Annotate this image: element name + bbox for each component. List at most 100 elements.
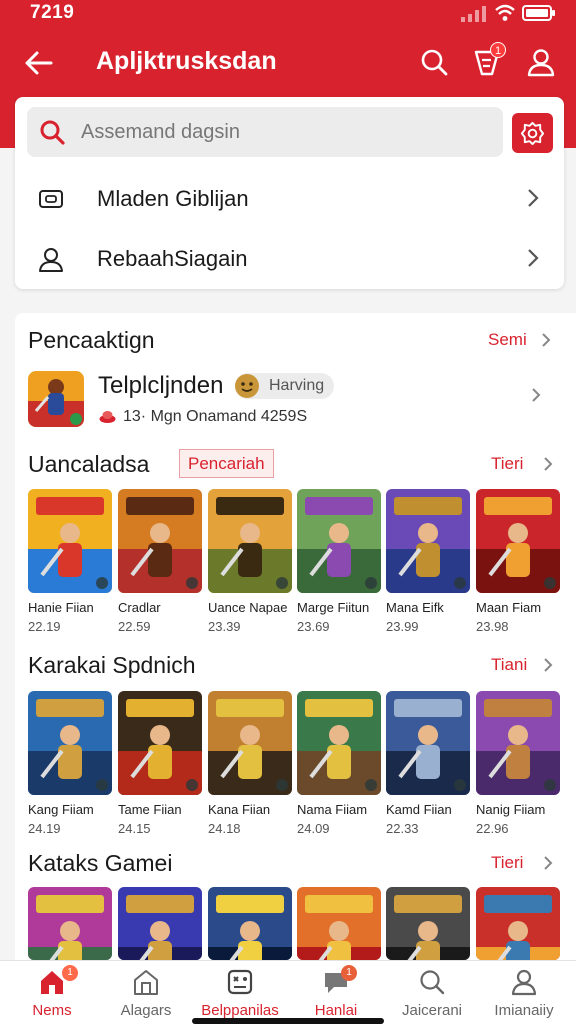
notification-badge: 1 xyxy=(490,42,506,58)
page-title: Apljktrusksdan xyxy=(96,47,277,75)
game-title[interactable]: Kang Fiiam xyxy=(28,802,94,817)
menu-item-account[interactable]: RebaahSiagain xyxy=(15,229,564,287)
tab-home[interactable]: 1 Nems xyxy=(4,961,100,1024)
game-tile[interactable] xyxy=(386,887,470,960)
tab-search[interactable]: Jaicerani xyxy=(384,961,480,1024)
game-tile[interactable] xyxy=(208,489,292,593)
game-title[interactable]: Cradlar xyxy=(118,600,161,615)
back-arrow-icon[interactable] xyxy=(24,48,54,78)
game-tile[interactable] xyxy=(118,489,202,593)
search-icon xyxy=(40,120,65,145)
status-time: 7219 xyxy=(30,2,75,23)
game-art-icon xyxy=(386,489,470,593)
search-input[interactable]: Assemand dagsin xyxy=(27,107,503,157)
game-art-icon xyxy=(118,887,202,960)
featured-app-name[interactable]: Telplcljnden xyxy=(98,372,223,400)
game-tile[interactable] xyxy=(28,691,112,795)
game-art-icon xyxy=(476,489,560,593)
battery-icon xyxy=(522,5,555,21)
game-title[interactable]: Kana Fiian xyxy=(208,802,270,817)
tab-label: Belppanilas xyxy=(201,1002,279,1019)
game-tile[interactable] xyxy=(28,489,112,593)
game-title[interactable]: Nanig Fiiam xyxy=(476,802,545,817)
emoji-icon xyxy=(235,374,259,398)
game-art-icon xyxy=(118,691,202,795)
chevron-right-icon xyxy=(528,249,539,267)
featured-app-thumbnail[interactable] xyxy=(28,371,84,427)
category-tag[interactable]: Pencariah xyxy=(179,449,274,478)
game-title[interactable]: Tame Fiian xyxy=(118,802,182,817)
folder-icon xyxy=(39,190,63,208)
rating-icon xyxy=(99,411,116,423)
see-all-link[interactable]: Tieri xyxy=(491,853,523,873)
game-tile[interactable] xyxy=(208,691,292,795)
menu-item-library[interactable]: Mladen Giblijan xyxy=(15,169,564,227)
game-art-icon xyxy=(208,489,292,593)
chevron-right-icon[interactable] xyxy=(541,854,555,872)
tab-games[interactable]: Belppanilas xyxy=(192,961,288,1024)
game-tile[interactable] xyxy=(386,691,470,795)
game-tile[interactable] xyxy=(208,887,292,960)
game-size: 24.15 xyxy=(118,821,151,836)
chevron-right-icon[interactable] xyxy=(539,331,553,349)
tab-label: Jaicerani xyxy=(401,1002,463,1019)
settings-icon xyxy=(520,121,545,146)
filter-button[interactable] xyxy=(512,113,553,153)
tab-chat[interactable]: 1 Hanlai xyxy=(288,961,384,1024)
tab-profile[interactable]: Imianaiiy xyxy=(476,961,572,1024)
tab-store[interactable]: Alagars xyxy=(98,961,194,1024)
game-title[interactable]: Maan Fiam xyxy=(476,600,541,615)
tab-label: Alagars xyxy=(120,1002,172,1019)
game-title[interactable]: Nama Fiiam xyxy=(297,802,367,817)
search-icon[interactable] xyxy=(419,47,449,77)
game-title[interactable]: Uance Napae xyxy=(208,600,288,615)
status-bar: 7219 xyxy=(0,0,576,26)
see-all-link[interactable]: Tiani xyxy=(491,655,527,675)
game-art-icon xyxy=(297,489,381,593)
chevron-right-icon[interactable] xyxy=(529,386,543,404)
game-tile[interactable] xyxy=(476,691,560,795)
wifi-icon xyxy=(495,4,515,21)
game-title[interactable]: Marge Fiitun xyxy=(297,600,369,615)
game-art-icon xyxy=(208,887,292,960)
game-tile[interactable] xyxy=(28,887,112,960)
game-title[interactable]: Mana Eifk xyxy=(386,600,444,615)
game-size: 22.96 xyxy=(476,821,509,836)
profile-icon xyxy=(511,969,537,996)
game-size: 23.69 xyxy=(297,619,330,634)
menu-item-label: RebaahSiagain xyxy=(97,246,248,271)
featured-app-meta: 13· Mgn Onamand 4259S xyxy=(123,408,308,425)
section-title: Kataks Gamei xyxy=(28,850,173,876)
game-tile[interactable] xyxy=(118,887,202,960)
game-size: 23.39 xyxy=(208,619,241,634)
game-tile[interactable] xyxy=(386,489,470,593)
see-all-link[interactable]: Semi xyxy=(488,330,527,350)
game-art-icon xyxy=(297,887,381,960)
game-tile[interactable] xyxy=(297,887,381,960)
game-art-icon xyxy=(476,691,560,795)
see-all-link[interactable]: Tieri xyxy=(491,454,523,474)
section-title-featured: Pencaaktign xyxy=(28,327,155,353)
game-tile[interactable] xyxy=(297,691,381,795)
game-size: 23.98 xyxy=(476,619,509,634)
tab-badge: 1 xyxy=(62,965,78,981)
game-title[interactable]: Hanie Fiian xyxy=(28,600,94,615)
game-tile[interactable] xyxy=(118,691,202,795)
game-art-icon xyxy=(28,489,112,593)
game-tile[interactable] xyxy=(297,489,381,593)
chevron-right-icon[interactable] xyxy=(541,455,555,473)
game-tile[interactable] xyxy=(476,489,560,593)
game-art-icon xyxy=(476,887,560,960)
top-app-bar: Apljktrusksdan 1 xyxy=(0,38,576,88)
game-art-icon xyxy=(386,887,470,960)
game-tile[interactable] xyxy=(476,887,560,960)
chevron-right-icon[interactable] xyxy=(541,656,555,674)
game-art-icon xyxy=(28,887,112,960)
cellular-signal-icon xyxy=(461,6,486,22)
menu-item-label: Mladen Giblijan xyxy=(97,186,249,211)
tab-label: Imianaiiy xyxy=(494,1002,554,1019)
account-icon[interactable] xyxy=(526,47,556,77)
game-art-icon xyxy=(208,691,292,795)
game-title[interactable]: Kamd Fiian xyxy=(386,802,452,817)
section-title: Karakai Spdnich xyxy=(28,652,196,678)
